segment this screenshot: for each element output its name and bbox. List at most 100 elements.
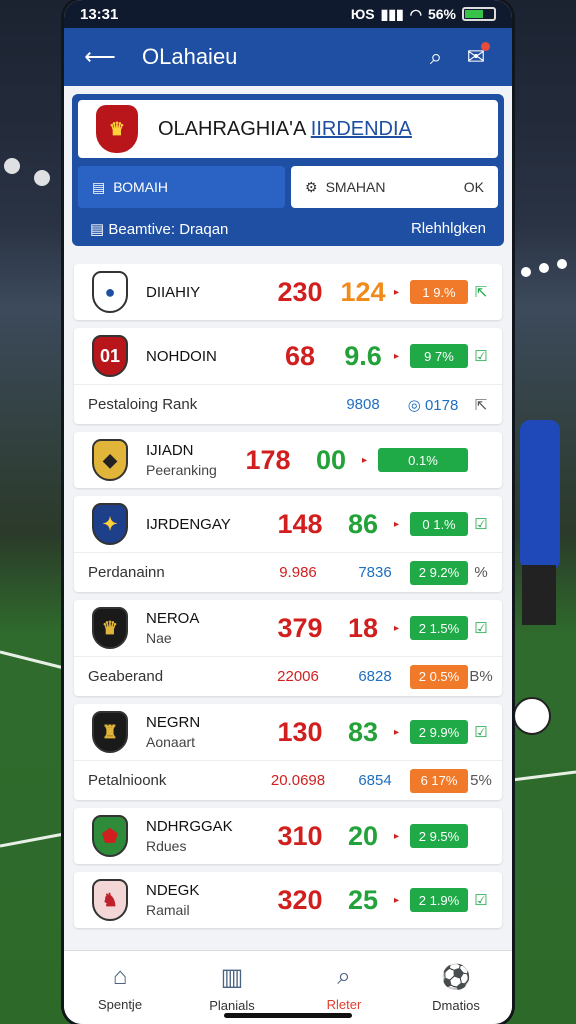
arrow-left-icon[interactable]: ⟵ (80, 44, 120, 70)
team-row-detail: Perdanainn 9.986 7836 2 9.2% % (74, 552, 502, 592)
team-crest-icon: ⬟ (92, 815, 128, 857)
nav-label: Planials (209, 997, 255, 1013)
app-bar: ⟵ OLahaieu ⌕ ✉ (64, 28, 512, 86)
segment-control: ▤ ВОМАІН ⚙ SMAHAN OK (78, 166, 498, 208)
team-name: IJRDENGAY (146, 515, 231, 533)
team-name: NDHRGGAK (146, 818, 233, 835)
nav-label: Spentje (97, 997, 143, 1012)
team-row-detail: Petalnioonk 20.0698 6854 6 17% 5% (74, 760, 502, 800)
segment-right-button[interactable]: ⚙ SMAHAN OK (291, 166, 498, 208)
nav-item-spentje[interactable]: ⌂ Spentje (64, 951, 176, 1024)
team-name: NEGRN (146, 714, 201, 731)
change-badge: 2 9.5% (410, 824, 468, 848)
team-subtitle: Ramail (146, 902, 190, 918)
team-name-block: IJIADN Peeranking (146, 442, 236, 478)
league-crest-icon: ♛ (96, 105, 138, 153)
detail-action-icon[interactable]: 5% (468, 772, 494, 789)
notification-icon[interactable]: ✉ (456, 42, 496, 70)
search-icon[interactable]: ⌕ (416, 44, 456, 70)
detail-metric-1: 22006 (277, 668, 319, 685)
team-row-detail: Pestaloing Rank 9808 ◎ 0178 ⇱ (74, 384, 502, 424)
network-label: ЮS (350, 6, 375, 22)
team-row-main: ◆ IJIADN Peeranking 178 00 ▸ 0.1% (74, 432, 502, 488)
league-title-card: ♛ OLAHRAGHIA'A IIRDENDIA (78, 100, 498, 158)
status-time: 13:31 (80, 5, 119, 23)
team-row[interactable]: 01 NOHDOIN 68 9.6 ▸ 9 7% ☑ Pestaloing Ra… (74, 328, 502, 424)
team-crest-icon: ● (92, 271, 128, 313)
detail-metric-2: 9808 (346, 396, 380, 413)
team-name: NOHDOIN (146, 347, 217, 365)
team-score: 83 (347, 716, 379, 747)
signal-icon: ▮▮▮ (380, 5, 404, 22)
team-points: 230 (277, 276, 323, 307)
team-score: 20 (347, 820, 379, 851)
change-badge: 0.1% (378, 448, 468, 472)
home-icon: ⌂ (112, 963, 128, 990)
team-row[interactable]: ✦ IJRDENGAY 148 86 ▸ 0 1.% ☑ Perdanainn … (74, 496, 502, 592)
team-score: 124 (340, 276, 386, 307)
settings-icon: ⚙ (305, 178, 318, 195)
segment-right-label: SMAHAN (325, 178, 386, 195)
trend-arrow-icon: ▸ (394, 350, 400, 362)
detail-metric-1: 20.0698 (270, 772, 326, 789)
trend-arrow-icon: ▸ (394, 894, 400, 906)
team-name-block: NDEGK Ramail (146, 882, 268, 918)
row-action-icon[interactable]: ☑ (468, 891, 494, 909)
team-name-block: NEROA Nae (146, 610, 268, 646)
team-score: 25 (347, 884, 379, 915)
row-action-icon[interactable]: ☑ (468, 515, 494, 533)
team-row-main: ♛ NEROA Nae 379 18 ▸ 2 1.5% ☑ (74, 600, 502, 656)
detail-metric-2: 7836 (358, 564, 392, 581)
change-badge: 1 9.% (410, 280, 468, 304)
trend-arrow-icon: ▸ (362, 454, 368, 466)
segment-left-button[interactable]: ▤ ВОМАІН (78, 166, 285, 208)
team-name-block: NEGRN Aonaart (146, 714, 268, 750)
team-points: 130 (277, 716, 323, 747)
nav-item-dmatios[interactable]: ⚽ Dmatios (400, 951, 512, 1024)
team-row[interactable]: ♜ NEGRN Aonaart 130 83 ▸ 2 9.9% ☑ Petaln… (74, 704, 502, 800)
calendar-icon: ▤ (92, 178, 106, 195)
league-title: OLAHRAGHIA'A IIRDENDIA (158, 117, 412, 140)
team-subtitle: Rdues (146, 838, 187, 854)
detail-label: Perdanainn (88, 564, 165, 581)
team-row[interactable]: ◆ IJIADN Peeranking 178 00 ▸ 0.1% (74, 432, 502, 488)
team-row-main: ♞ NDEGK Ramail 320 25 ▸ 2 1.9% ☑ (74, 872, 502, 928)
team-row-main: ✦ IJRDENGAY 148 86 ▸ 0 1.% ☑ (74, 496, 502, 552)
row-action-icon[interactable]: ☑ (468, 619, 494, 637)
detail-badge: 6 17% (410, 768, 468, 793)
team-points: 379 (277, 612, 323, 643)
detail-action-icon[interactable]: B% (468, 668, 494, 685)
team-name: DIIAHIY (146, 283, 201, 301)
trend-arrow-icon: ▸ (394, 726, 400, 738)
league-footer-right[interactable]: Rlehhlgken (411, 220, 486, 238)
team-row[interactable]: ♛ NEROA Nae 379 18 ▸ 2 1.5% ☑ Geaberand … (74, 600, 502, 696)
detail-action-icon[interactable]: ⇱ (468, 396, 494, 414)
row-action-icon[interactable]: ☑ (468, 723, 494, 741)
detail-action-icon[interactable]: % (468, 564, 494, 581)
detail-metric-2: 6828 (358, 668, 392, 685)
battery-icon (462, 7, 496, 21)
standings-list: ● DIIAHIY 230 124 ▸ 1 9.% ⇱ 01 NOHDOIN 6… (74, 264, 502, 928)
team-crest-icon: ✦ (92, 503, 128, 545)
team-row[interactable]: ♞ NDEGK Ramail 320 25 ▸ 2 1.9% ☑ (74, 872, 502, 928)
league-title-link[interactable]: IIRDENDIA (311, 118, 412, 140)
detail-metric-3: ◎ 0178 (407, 396, 459, 414)
team-name: NDEGK (146, 882, 200, 899)
change-badge: 2 9.9% (410, 720, 468, 744)
team-name: IJIADN (146, 442, 194, 459)
team-points: 178 (245, 444, 291, 475)
row-action-icon[interactable]: ⇱ (468, 283, 494, 301)
team-subtitle: Aonaart (146, 734, 196, 750)
row-action-icon[interactable]: ☑ (468, 347, 494, 365)
team-row-detail: Geaberand 22006 6828 2 0.5% B% (74, 656, 502, 696)
league-header: ♛ OLAHRAGHIA'A IIRDENDIA ▤ ВОМАІН ⚙ SMAHA… (72, 94, 504, 246)
change-badge: 0 1.% (410, 512, 468, 536)
trend-arrow-icon: ▸ (394, 830, 400, 842)
team-row-main: 01 NOHDOIN 68 9.6 ▸ 9 7% ☑ (74, 328, 502, 384)
home-indicator (224, 1013, 352, 1018)
team-points: 68 (284, 340, 316, 371)
team-points: 148 (277, 508, 323, 539)
team-row[interactable]: ⬟ NDHRGGAK Rdues 310 20 ▸ 2 9.5% (74, 808, 502, 864)
detail-label: Pestaloing Rank (88, 396, 198, 413)
team-row[interactable]: ● DIIAHIY 230 124 ▸ 1 9.% ⇱ (74, 264, 502, 320)
